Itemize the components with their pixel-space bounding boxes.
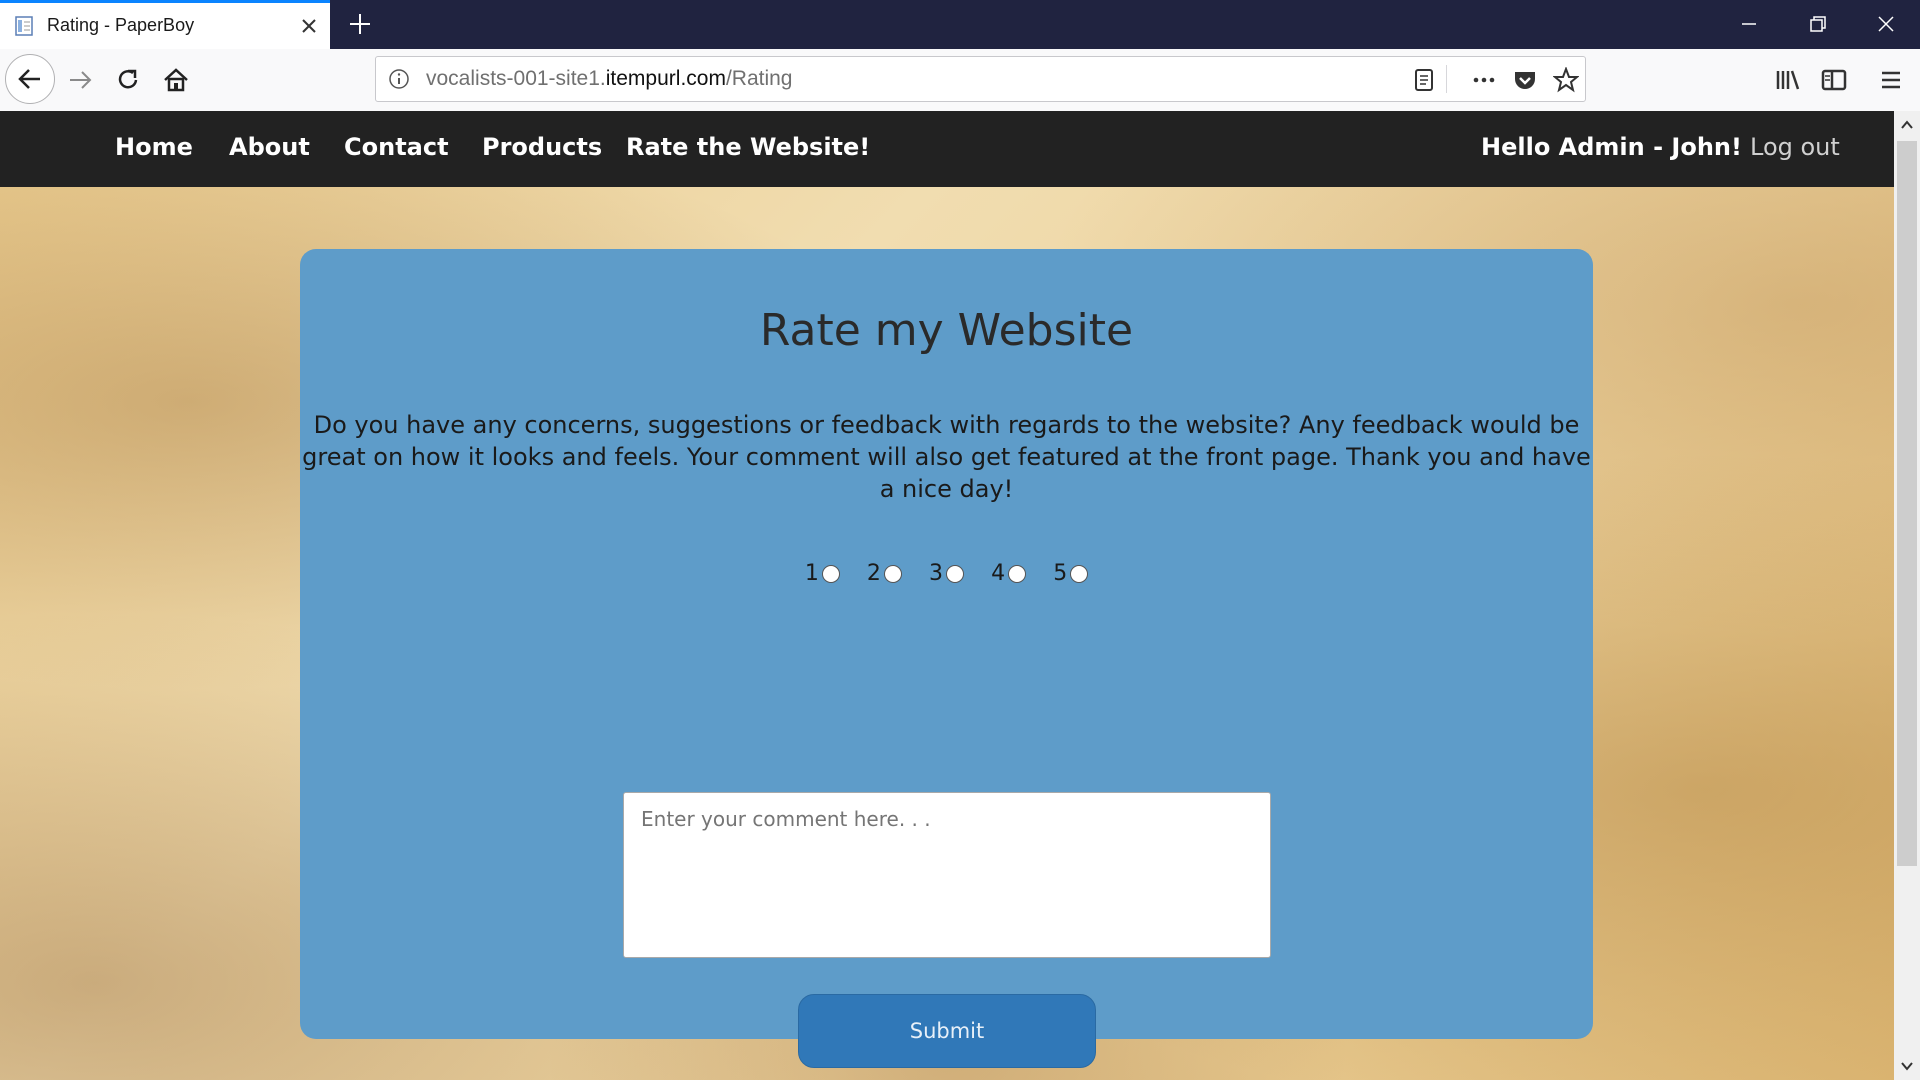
submit-button[interactable]: Submit <box>798 994 1096 1068</box>
nav-home-link[interactable]: Home <box>115 133 193 161</box>
nav-rate-link[interactable]: Rate the Website! <box>626 133 870 161</box>
sidebar-icon[interactable] <box>1817 63 1851 97</box>
minimize-icon[interactable] <box>1737 12 1761 36</box>
rating-title: Rate my Website <box>759 305 1134 356</box>
rating-radio-5[interactable] <box>1070 564 1089 583</box>
url-text: vocalists-001-site1.itempurl.com/Rating <box>426 67 793 90</box>
browser-tab[interactable]: Rating - PaperBoy <box>0 0 330 49</box>
nav-products-link[interactable]: Products <box>482 133 602 161</box>
rating-card: Rate my Website Do you have any concerns… <box>300 249 1593 1068</box>
url-separator <box>1446 65 1447 93</box>
library-icon[interactable] <box>1771 63 1805 97</box>
nav-about-link[interactable]: About <box>229 133 310 161</box>
site-navbar: Home About Contact Products Rate the Web… <box>0 111 1894 187</box>
comment-textarea[interactable] <box>623 792 1271 958</box>
close-window-icon[interactable] <box>1874 12 1898 36</box>
bookmark-star-icon[interactable] <box>1553 67 1579 93</box>
rating-option-2[interactable]: 2 <box>867 561 902 586</box>
page-scrollbar[interactable] <box>1894 111 1920 1080</box>
close-tab-icon[interactable] <box>298 15 320 37</box>
rating-label: 5 <box>1053 561 1068 586</box>
browser-tab-bar: Rating - PaperBoy <box>0 0 1920 49</box>
rating-option-4[interactable]: 4 <box>991 561 1027 586</box>
rating-option-5[interactable]: 5 <box>1053 561 1089 586</box>
back-button[interactable] <box>5 54 55 104</box>
home-icon[interactable] <box>159 63 193 97</box>
rating-label: 4 <box>991 561 1006 586</box>
rating-label: 2 <box>866 561 881 586</box>
new-tab-icon[interactable] <box>348 12 372 36</box>
logout-link[interactable]: Log out <box>1750 133 1840 161</box>
rating-radio-4[interactable] <box>1008 564 1027 583</box>
user-greeting-link[interactable]: Hello Admin - John! <box>1481 133 1742 161</box>
back-arrow-icon <box>18 69 40 89</box>
nav-contact-link[interactable]: Contact <box>344 133 449 161</box>
rating-description: Do you have any concerns, suggestions or… <box>302 411 1591 503</box>
scrollbar-thumb[interactable] <box>1897 141 1917 866</box>
reader-view-icon[interactable] <box>1411 67 1437 93</box>
page-actions-icon[interactable] <box>1471 67 1497 93</box>
rating-radio-1[interactable] <box>821 564 840 583</box>
rating-option-3[interactable]: 3 <box>929 561 964 586</box>
page-content: Home About Contact Products Rate the Web… <box>0 111 1894 1080</box>
rating-radio-2[interactable] <box>883 564 902 583</box>
reload-icon[interactable] <box>111 63 145 97</box>
rating-radio-3[interactable] <box>946 564 964 583</box>
rating-option-1[interactable]: 1 <box>805 561 840 586</box>
scroll-down-icon[interactable] <box>1899 1058 1915 1074</box>
rating-label: 3 <box>929 561 943 586</box>
site-info-icon[interactable] <box>388 68 410 90</box>
page-icon <box>15 16 33 36</box>
tab-title: Rating - PaperBoy <box>47 15 195 35</box>
rating-label: 1 <box>804 561 819 586</box>
rating-options: 1 2 3 4 5 <box>300 561 1593 586</box>
pocket-icon[interactable] <box>1512 67 1538 93</box>
scroll-up-icon[interactable] <box>1899 117 1915 133</box>
restore-icon[interactable] <box>1806 12 1830 36</box>
forward-icon[interactable] <box>63 63 97 97</box>
address-bar[interactable]: vocalists-001-site1.itempurl.com/Rating <box>375 56 1586 102</box>
browser-toolbar: vocalists-001-site1.itempurl.com/Rating <box>0 49 1920 112</box>
menu-icon[interactable] <box>1874 63 1908 97</box>
